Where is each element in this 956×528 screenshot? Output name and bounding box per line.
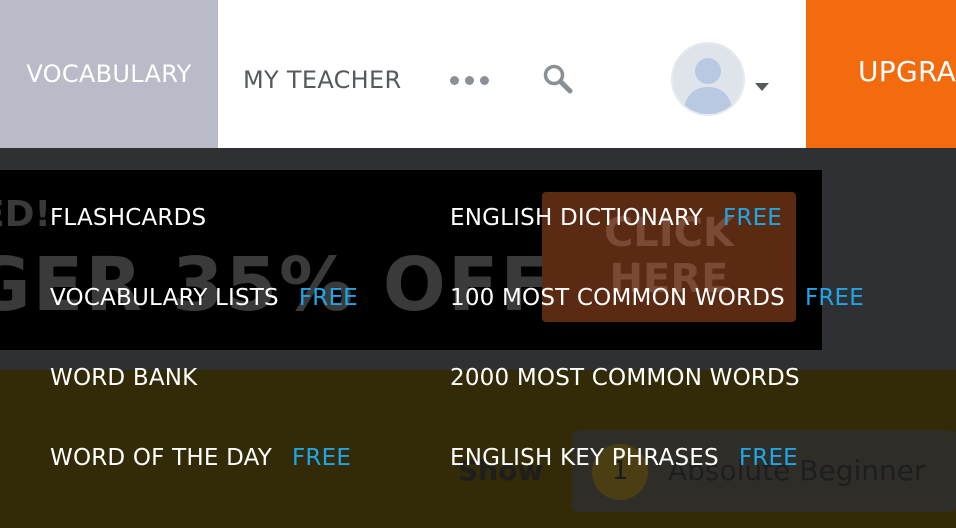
menu-item-2000-most-common-words[interactable]: 2000 MOST COMMON WORDS: [450, 361, 800, 395]
menu-item-english-dictionary[interactable]: ENGLISH DICTIONARY FREE: [450, 201, 782, 235]
free-badge: FREE: [738, 445, 798, 471]
menu-item-label: ENGLISH KEY PHRASES: [450, 445, 719, 471]
upgrade-button[interactable]: UPGRADE: [806, 0, 956, 148]
free-badge: FREE: [298, 285, 358, 311]
menu-item-label: 2000 MOST COMMON WORDS: [450, 365, 800, 391]
free-badge: FREE: [291, 445, 352, 471]
caret-down-icon[interactable]: [755, 77, 769, 91]
menu-item-flashcards[interactable]: FLASHCARDS: [50, 201, 206, 235]
menu-item-label: WORD OF THE DAY: [50, 445, 272, 471]
menu-item-vocabulary-lists[interactable]: VOCABULARY LISTS FREE: [50, 281, 358, 315]
free-badge: FREE: [804, 285, 865, 311]
nav-tab-my-teacher[interactable]: MY TEACHER: [243, 62, 401, 98]
menu-item-english-key-phrases[interactable]: ENGLISH KEY PHRASES FREE: [450, 441, 798, 475]
free-badge: FREE: [722, 205, 783, 231]
user-avatar-icon[interactable]: [671, 42, 745, 116]
nav-tab-vocabulary[interactable]: VOCABULARY: [0, 0, 218, 148]
menu-item-100-most-common-words[interactable]: 100 MOST COMMON WORDS FREE: [450, 281, 864, 315]
search-icon[interactable]: [542, 63, 574, 95]
more-dots-icon[interactable]: [450, 72, 490, 88]
promo-banner-heading: ED!: [0, 194, 51, 235]
top-nav-bar: VOCABULARY MY TEACHER UPGRADE: [0, 0, 956, 148]
menu-item-word-bank[interactable]: WORD BANK: [50, 361, 197, 395]
menu-item-label: FLASHCARDS: [50, 205, 207, 231]
menu-item-label: ENGLISH DICTIONARY: [450, 205, 703, 231]
promo-banner: ED! GER 35% OFF CLICK HERE: [0, 170, 822, 350]
menu-item-label: VOCABULARY LISTS: [50, 285, 279, 311]
menu-item-label: 100 MOST COMMON WORDS: [450, 285, 785, 311]
menu-item-word-of-the-day[interactable]: WORD OF THE DAY FREE: [50, 441, 351, 475]
menu-item-label: WORD BANK: [50, 365, 198, 391]
